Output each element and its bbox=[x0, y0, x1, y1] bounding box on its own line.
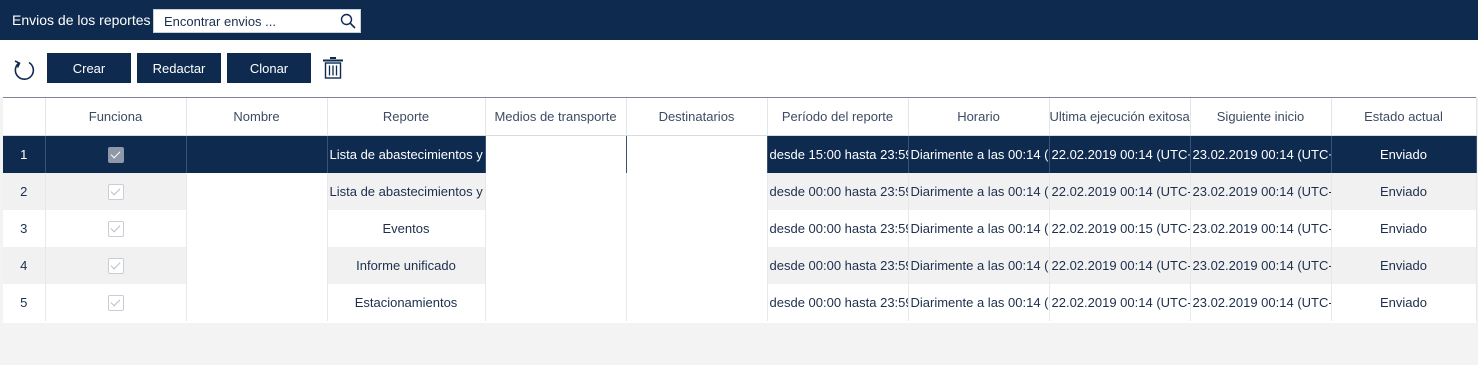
ultima-cell: 22.02.2019 00:14 (UTC-06 bbox=[1049, 173, 1191, 210]
nombre-cell bbox=[186, 135, 328, 173]
periodo-cell: desde 00:00 hasta 23:59, bbox=[767, 247, 909, 284]
nombre-cell bbox=[186, 247, 328, 284]
horario-cell: Diarimente a las 00:14 (U bbox=[908, 284, 1050, 321]
column-header-reporte[interactable]: Reporte bbox=[327, 98, 486, 136]
funciona-cell bbox=[45, 247, 187, 284]
funciona-checkbox[interactable] bbox=[107, 294, 124, 311]
column-header-estado[interactable]: Estado actual bbox=[1331, 98, 1477, 136]
create-button[interactable]: Crear bbox=[47, 53, 131, 83]
estado-cell: Enviado bbox=[1331, 284, 1477, 321]
row-number: 4 bbox=[3, 247, 46, 284]
reporte-cell: Estacionamientos bbox=[327, 284, 486, 321]
column-header-ultima[interactable]: Ultima ejecución exitosa bbox=[1049, 98, 1191, 136]
periodo-cell: desde 00:00 hasta 23:59, bbox=[767, 210, 909, 247]
nombre-cell bbox=[186, 173, 328, 210]
estado-cell: Enviado bbox=[1331, 247, 1477, 284]
siguiente-cell: 23.02.2019 00:14 (UTC-06 bbox=[1190, 173, 1332, 210]
siguiente-cell: 23.02.2019 00:14 (UTC+0 bbox=[1190, 135, 1332, 173]
row-number: 3 bbox=[3, 210, 46, 247]
destinatarios-cell bbox=[626, 173, 768, 210]
medios-cell bbox=[485, 210, 627, 247]
ultima-cell: 22.02.2019 00:14 (UTC+0 bbox=[1049, 135, 1191, 173]
ultima-cell: 22.02.2019 00:15 (UTC-05 bbox=[1049, 210, 1191, 247]
siguiente-cell: 23.02.2019 00:14 (UTC-05 bbox=[1190, 247, 1332, 284]
medios-cell bbox=[485, 173, 627, 210]
funciona-cell bbox=[45, 173, 187, 210]
reporte-cell: Informe unificado bbox=[327, 247, 486, 284]
ultima-cell: 22.02.2019 00:14 (UTC-05 bbox=[1049, 284, 1191, 321]
reporte-cell: Lista de abastecimientos y d bbox=[327, 173, 486, 210]
table-row[interactable]: 3 Eventos desde 00:00 hasta 23:59, Diari… bbox=[3, 210, 1477, 247]
destinatarios-cell bbox=[626, 135, 768, 173]
siguiente-cell: 23.02.2019 00:14 (UTC-05 bbox=[1190, 284, 1332, 321]
estado-cell: Enviado bbox=[1331, 135, 1477, 173]
search-input[interactable] bbox=[154, 13, 334, 29]
estado-cell: Enviado bbox=[1331, 210, 1477, 247]
trash-icon[interactable] bbox=[322, 56, 344, 80]
medios-cell bbox=[485, 247, 627, 284]
funciona-cell bbox=[45, 210, 187, 247]
search-box[interactable] bbox=[153, 9, 361, 33]
periodo-cell: desde 00:00 hasta 23:59, bbox=[767, 173, 909, 210]
funciona-cell bbox=[45, 284, 187, 321]
clone-button[interactable]: Clonar bbox=[227, 53, 311, 83]
medios-cell bbox=[485, 284, 627, 321]
column-header-index bbox=[3, 98, 46, 136]
column-header-nombre[interactable]: Nombre bbox=[186, 98, 328, 136]
column-header-destinatarios[interactable]: Destinatarios bbox=[626, 98, 768, 136]
table-row[interactable]: 1 Lista de abastecimientos y d desde 15:… bbox=[3, 135, 1477, 173]
destinatarios-cell bbox=[626, 247, 768, 284]
horario-cell: Diarimente a las 00:14 (U bbox=[908, 173, 1050, 210]
column-header-funciona[interactable]: Funciona bbox=[45, 98, 187, 136]
horario-cell: Diarimente a las 00:14 (U bbox=[908, 210, 1050, 247]
table-header-row: Funciona Nombre Reporte Medios de transp… bbox=[3, 98, 1477, 136]
reporte-cell: Lista de abastecimientos y d bbox=[327, 135, 486, 173]
row-number: 2 bbox=[3, 173, 46, 210]
funciona-checkbox[interactable] bbox=[107, 146, 124, 163]
edit-button[interactable]: Redactar bbox=[137, 53, 221, 83]
destinatarios-cell bbox=[626, 210, 768, 247]
page-title: Envios de los reportes bbox=[12, 12, 151, 28]
funciona-checkbox[interactable] bbox=[107, 183, 124, 200]
funciona-checkbox[interactable] bbox=[107, 220, 124, 237]
nombre-cell bbox=[186, 284, 328, 321]
reporte-cell: Eventos bbox=[327, 210, 486, 247]
column-header-siguiente[interactable]: Siguiente inicio bbox=[1190, 98, 1332, 136]
medios-cell bbox=[485, 135, 627, 173]
horario-cell: Diarimente a las 00:14 (U bbox=[908, 247, 1050, 284]
search-icon[interactable] bbox=[340, 13, 356, 29]
table-footer bbox=[0, 323, 1478, 365]
nombre-cell bbox=[186, 210, 328, 247]
estado-cell: Enviado bbox=[1331, 173, 1477, 210]
periodo-cell: desde 00:00 hasta 23:59, bbox=[767, 284, 909, 321]
siguiente-cell: 23.02.2019 00:14 (UTC-05 bbox=[1190, 210, 1332, 247]
ultima-cell: 22.02.2019 00:14 (UTC-05 bbox=[1049, 247, 1191, 284]
toolbar bbox=[0, 40, 1478, 97]
periodo-cell: desde 15:00 hasta 23:59, bbox=[767, 135, 909, 173]
row-number: 1 bbox=[3, 135, 46, 173]
funciona-checkbox[interactable] bbox=[107, 257, 124, 274]
funciona-cell bbox=[45, 135, 187, 173]
column-header-medios[interactable]: Medios de transporte bbox=[485, 98, 627, 136]
destinatarios-cell bbox=[626, 284, 768, 321]
reports-table: Funciona Nombre Reporte Medios de transp… bbox=[3, 97, 1477, 324]
column-header-horario[interactable]: Horario bbox=[908, 98, 1050, 136]
table-row[interactable]: 2 Lista de abastecimientos y d desde 00:… bbox=[3, 173, 1477, 210]
refresh-icon[interactable] bbox=[12, 58, 36, 82]
row-number: 5 bbox=[3, 284, 46, 321]
table-row[interactable]: 5 Estacionamientos desde 00:00 hasta 23:… bbox=[3, 284, 1477, 321]
column-header-periodo[interactable]: Período del reporte bbox=[767, 98, 909, 136]
table-row[interactable]: 4 Informe unificado desde 00:00 hasta 23… bbox=[3, 247, 1477, 284]
horario-cell: Diarimente a las 00:14 (U bbox=[908, 135, 1050, 173]
